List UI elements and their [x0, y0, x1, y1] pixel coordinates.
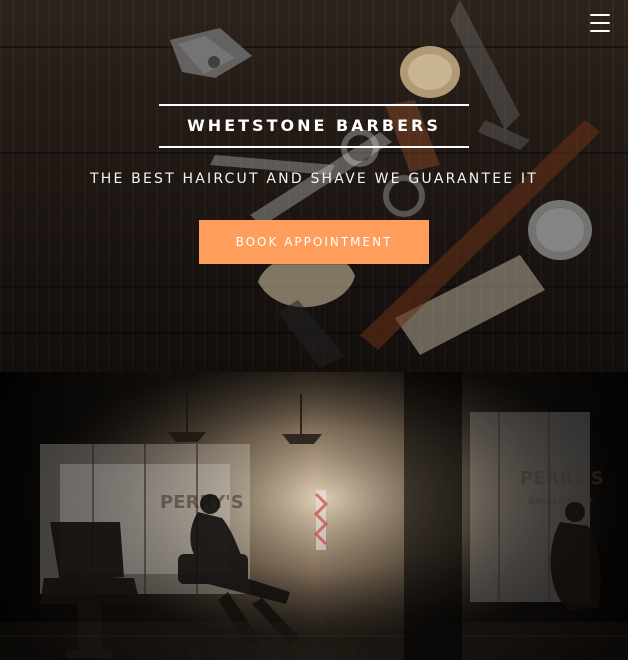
hero-content: WHETSTONE BARBERS THE BEST HAIRCUT AND S…: [0, 0, 628, 372]
brand-rule-bottom: [159, 146, 469, 148]
interior-photo-illustration: PERRY'S PERRY'S BARBER SHOP: [0, 372, 628, 660]
book-appointment-button[interactable]: BOOK APPOINTMENT: [199, 220, 429, 264]
interior-pillar: [404, 372, 462, 660]
page: WHETSTONE BARBERS THE BEST HAIRCUT AND S…: [0, 0, 628, 660]
barber-pole-icon: [313, 490, 329, 550]
brand-lockup: WHETSTONE BARBERS: [159, 104, 469, 148]
checkered-floor: [0, 621, 628, 660]
right-window-sign: PERRY'S: [520, 468, 604, 489]
hero-tagline: THE BEST HAIRCUT AND SHAVE WE GUARANTEE …: [89, 171, 539, 187]
brand-title: WHETSTONE BARBERS: [187, 116, 441, 135]
barbershop-interior-photo: PERRY'S PERRY'S BARBER SHOP: [0, 372, 628, 660]
right-window-subsign: BARBER SHOP: [528, 497, 592, 506]
brand-rule-top: [159, 104, 469, 106]
hero-section: WHETSTONE BARBERS THE BEST HAIRCUT AND S…: [0, 0, 628, 372]
